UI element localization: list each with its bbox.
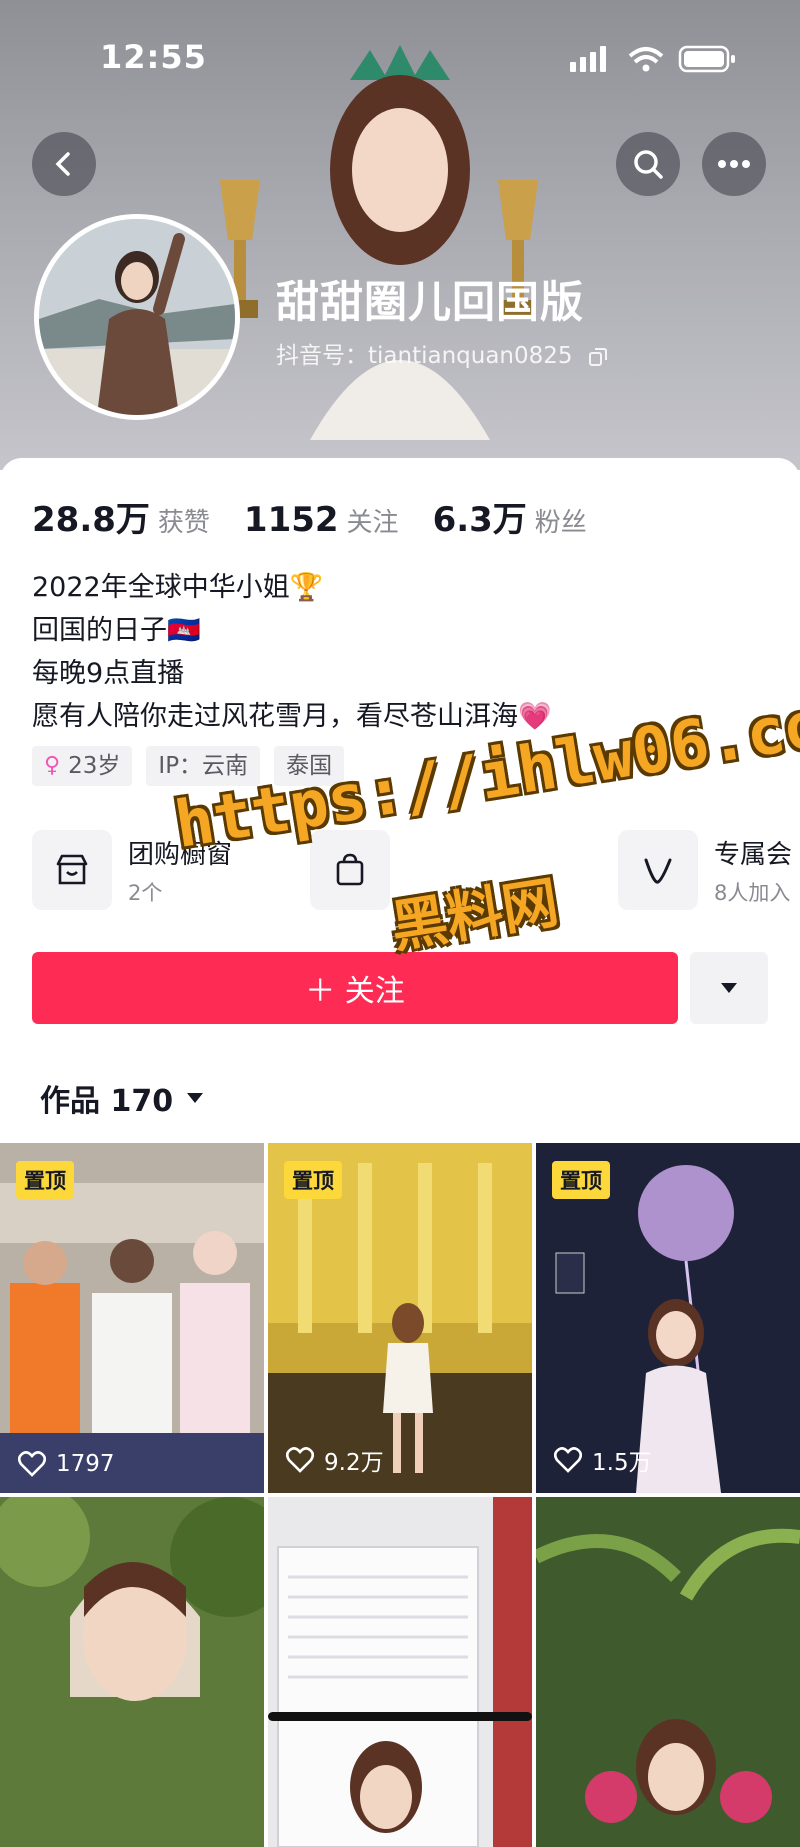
stat-label: 获赞 bbox=[157, 508, 210, 538]
heart-icon bbox=[286, 1447, 314, 1473]
stat-label: 粉丝 bbox=[534, 508, 587, 538]
avatar-image bbox=[39, 219, 235, 415]
video-tile[interactable]: 置顶 1.5万 bbox=[536, 1143, 800, 1493]
bio-line: 2022年全球中华小姐🏆 bbox=[32, 572, 324, 603]
v-icon bbox=[618, 830, 698, 910]
feature-subtitle: 8人加入 bbox=[714, 880, 791, 905]
feature-group-buy-showcase[interactable]: 团购橱窗 2个 bbox=[32, 828, 232, 912]
tab-works-label: 作品 170 bbox=[40, 1084, 174, 1119]
profile-cover: 12:55 甜甜圈儿回国版 抖音号：tiantianquan0825 bbox=[0, 0, 800, 470]
tag-age: ♀ 23岁 bbox=[32, 746, 133, 786]
copy-icon[interactable] bbox=[588, 347, 608, 367]
douyin-id-text: 抖音号：tiantianquan0825 bbox=[276, 343, 573, 369]
tag-label: IP：云南 bbox=[158, 753, 249, 779]
stat-value: 6.3万 bbox=[432, 500, 527, 540]
shop-icon bbox=[32, 830, 112, 910]
feature-middle[interactable] bbox=[310, 828, 406, 912]
tag-location: 泰国 bbox=[274, 746, 345, 786]
feature-subtitle: 2个 bbox=[128, 880, 163, 905]
back-button[interactable] bbox=[32, 132, 96, 196]
follow-button[interactable]: ＋ 关注 bbox=[32, 952, 678, 1024]
like-count-text: 1.5万 bbox=[592, 1450, 652, 1476]
bag-icon bbox=[310, 830, 390, 910]
bio-line: 回国的日子🇰🇭 bbox=[32, 615, 201, 646]
bio-line: 每晚9点直播 bbox=[32, 658, 185, 689]
like-count: 1797 bbox=[18, 1451, 115, 1477]
tag-label: 23岁 bbox=[68, 753, 121, 779]
chevron-left-icon bbox=[55, 152, 70, 176]
tag-ip: IP：云南 bbox=[146, 746, 261, 786]
search-button[interactable] bbox=[616, 132, 680, 196]
feature-title: 团购橱窗 bbox=[128, 839, 233, 870]
cellular-signal-icon bbox=[570, 46, 606, 72]
pinned-badge: 置顶 bbox=[16, 1161, 74, 1199]
bio-line: 愿有人陪你走过风花雪月，看尽苍山洱海💗 bbox=[32, 701, 552, 732]
stat-value: 1152 bbox=[243, 500, 339, 540]
caret-down-icon bbox=[721, 983, 737, 993]
video-tile[interactable]: 置顶 1797 bbox=[0, 1143, 264, 1493]
stat-label: 关注 bbox=[346, 508, 399, 538]
status-icons bbox=[570, 45, 735, 73]
video-tile[interactable] bbox=[0, 1497, 264, 1847]
feature-row: 团购橱窗 2个 专属会 8人加入 bbox=[32, 828, 800, 918]
video-tile[interactable] bbox=[268, 1497, 532, 1847]
status-time: 12:55 bbox=[100, 38, 207, 76]
tab-works[interactable]: 作品 170 bbox=[40, 1076, 205, 1120]
heart-icon bbox=[18, 1451, 46, 1477]
pinned-badge: 置顶 bbox=[552, 1161, 610, 1199]
more-actions-button[interactable] bbox=[690, 952, 768, 1024]
douyin-id[interactable]: 抖音号：tiantianquan0825 bbox=[276, 336, 608, 370]
feature-exclusive-club[interactable]: 专属会 8人加入 bbox=[618, 828, 792, 912]
like-count: 1.5万 bbox=[554, 1443, 652, 1477]
battery-icon bbox=[678, 45, 735, 73]
stats-row: 28.8万 获赞 1152 关注 6.3万 粉丝 bbox=[32, 492, 621, 541]
pinned-badge: 置顶 bbox=[284, 1161, 342, 1199]
display-name: 甜甜圈儿回国版 bbox=[276, 278, 584, 328]
feature-title: 专属会 bbox=[714, 839, 793, 870]
like-count-text: 1797 bbox=[56, 1451, 115, 1477]
like-count: 9.2万 bbox=[286, 1443, 384, 1477]
stat-following[interactable]: 1152 关注 bbox=[244, 500, 399, 540]
video-tile[interactable] bbox=[536, 1497, 800, 1847]
more-dots-icon bbox=[718, 160, 750, 168]
caret-down-icon bbox=[187, 1093, 204, 1103]
heart-icon bbox=[554, 1447, 582, 1473]
stat-value: 28.8万 bbox=[32, 500, 150, 540]
video-thumbnail bbox=[536, 1497, 800, 1847]
stat-followers[interactable]: 6.3万 粉丝 bbox=[433, 492, 587, 541]
status-bar: 12:55 bbox=[0, 0, 800, 110]
female-icon: ♀ bbox=[44, 753, 61, 778]
tag-label: 泰国 bbox=[286, 753, 333, 779]
video-thumbnail bbox=[0, 1497, 264, 1847]
profile-tags: ♀ 23岁 IP：云南 泰国 bbox=[32, 746, 358, 786]
video-tile[interactable]: 置顶 9.2万 bbox=[268, 1143, 532, 1493]
home-indicator[interactable] bbox=[268, 1712, 532, 1721]
video-thumbnail bbox=[268, 1497, 532, 1847]
wifi-icon bbox=[628, 47, 664, 72]
profile-card: 28.8万 获赞 1152 关注 6.3万 粉丝 2022年全球中华小姐🏆 回国… bbox=[0, 458, 800, 1847]
like-count-text: 9.2万 bbox=[324, 1450, 384, 1476]
avatar[interactable] bbox=[34, 214, 240, 420]
search-icon bbox=[634, 150, 663, 179]
stat-likes[interactable]: 28.8万 获赞 bbox=[32, 492, 210, 541]
more-options-button[interactable] bbox=[702, 132, 766, 196]
bio: 2022年全球中华小姐🏆 回国的日子🇰🇭 每晚9点直播 愿有人陪你走过风花雪月，… bbox=[32, 566, 552, 738]
